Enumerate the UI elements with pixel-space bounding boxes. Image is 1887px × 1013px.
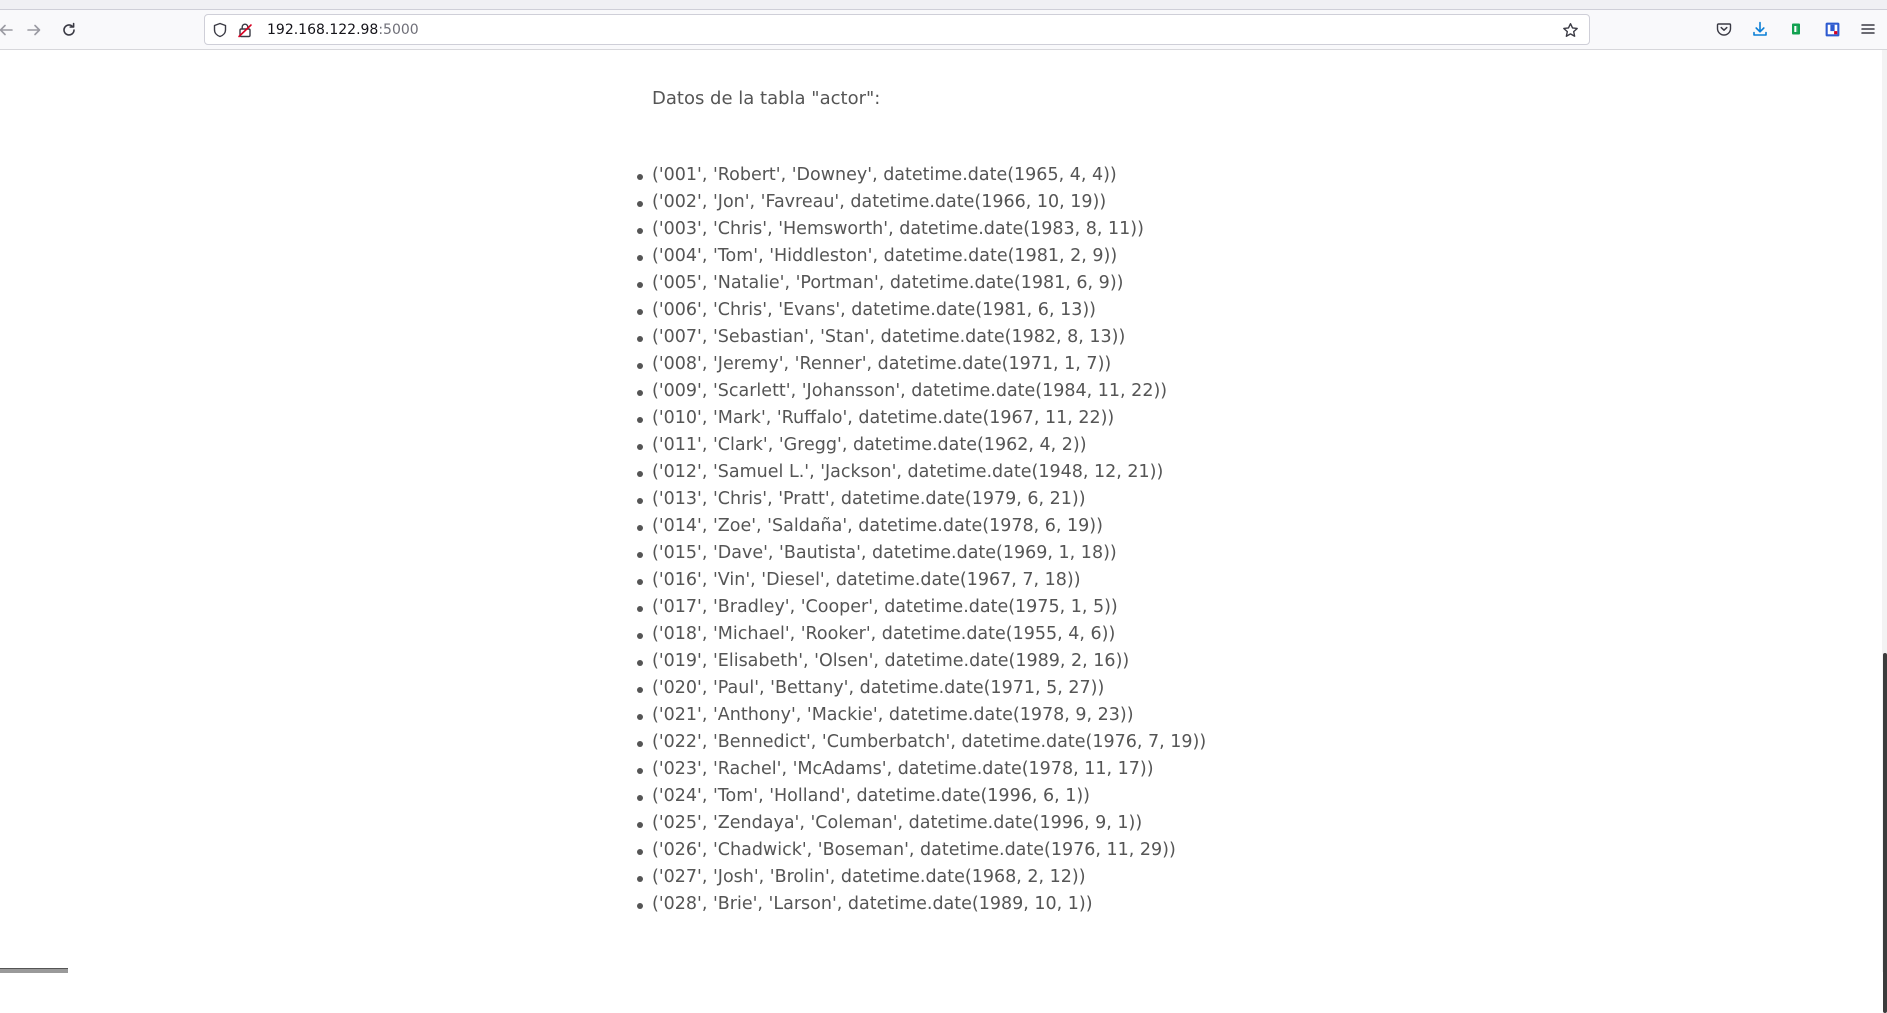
list-item: ('013', 'Chris', 'Pratt', datetime.date(…: [636, 486, 1206, 513]
list-item: ('026', 'Chadwick', 'Boseman', datetime.…: [636, 837, 1206, 864]
back-arrow-icon[interactable]: [0, 18, 18, 42]
url-host: 192.168.122.98: [267, 22, 379, 38]
browser-toolbar: 192.168.122.98:5000: [0, 0, 1887, 50]
list-item: ('012', 'Samuel L.', 'Jackson', datetime…: [636, 459, 1206, 486]
reload-icon[interactable]: [57, 18, 81, 42]
page-title: Datos de la tabla "actor":: [652, 88, 881, 109]
list-item: ('009', 'Scarlett', 'Johansson', datetim…: [636, 378, 1206, 405]
list-item: ('017', 'Bradley', 'Cooper', datetime.da…: [636, 594, 1206, 621]
extension-icon[interactable]: [1822, 19, 1842, 39]
list-item: ('011', 'Clark', 'Gregg', datetime.date(…: [636, 432, 1206, 459]
list-item: ('027', 'Josh', 'Brolin', datetime.date(…: [636, 864, 1206, 891]
list-item: ('018', 'Michael', 'Rooker', datetime.da…: [636, 621, 1206, 648]
list-item: ('004', 'Tom', 'Hiddleston', datetime.da…: [636, 243, 1206, 270]
address-bar[interactable]: 192.168.122.98:5000: [204, 14, 1590, 45]
list-item: ('024', 'Tom', 'Holland', datetime.date(…: [636, 783, 1206, 810]
page-content: Datos de la tabla "actor": ('001', 'Robe…: [0, 50, 1887, 972]
list-item: ('014', 'Zoe', 'Saldaña', datetime.date(…: [636, 513, 1206, 540]
list-item: ('003', 'Chris', 'Hemsworth', datetime.d…: [636, 216, 1206, 243]
tab-strip: [0, 0, 1887, 10]
hamburger-menu-icon[interactable]: [1858, 19, 1878, 39]
list-item: ('016', 'Vin', 'Diesel', datetime.date(1…: [636, 567, 1206, 594]
list-item: ('020', 'Paul', 'Bettany', datetime.date…: [636, 675, 1206, 702]
actor-record-list: ('001', 'Robert', 'Downey', datetime.dat…: [636, 162, 1206, 918]
list-item: ('010', 'Mark', 'Ruffalo', datetime.date…: [636, 405, 1206, 432]
list-item: ('019', 'Elisabeth', 'Olsen', datetime.d…: [636, 648, 1206, 675]
list-item: ('007', 'Sebastian', 'Stan', datetime.da…: [636, 324, 1206, 351]
shield-icon[interactable]: [211, 21, 229, 39]
status-panel: [0, 968, 68, 973]
list-item: ('002', 'Jon', 'Favreau', datetime.date(…: [636, 189, 1206, 216]
list-item: ('008', 'Jeremy', 'Renner', datetime.dat…: [636, 351, 1206, 378]
pocket-icon[interactable]: [1714, 19, 1734, 39]
list-item: ('001', 'Robert', 'Downey', datetime.dat…: [636, 162, 1206, 189]
list-item: ('005', 'Natalie', 'Portman', datetime.d…: [636, 270, 1206, 297]
url-port: :5000: [378, 22, 419, 38]
insecure-lock-icon[interactable]: [236, 21, 254, 39]
list-item: ('006', 'Chris', 'Evans', datetime.date(…: [636, 297, 1206, 324]
list-item: ('023', 'Rachel', 'McAdams', datetime.da…: [636, 756, 1206, 783]
scrollbar-thumb[interactable]: [1883, 653, 1887, 1013]
star-icon[interactable]: [1561, 21, 1579, 39]
list-item: ('021', 'Anthony', 'Mackie', datetime.da…: [636, 702, 1206, 729]
download-icon[interactable]: [1750, 19, 1770, 39]
scrollbar[interactable]: [1882, 50, 1887, 1013]
extension-icon[interactable]: [1786, 19, 1806, 39]
forward-arrow-icon[interactable]: [22, 18, 46, 42]
list-item: ('025', 'Zendaya', 'Coleman', datetime.d…: [636, 810, 1206, 837]
list-item: ('022', 'Bennedict', 'Cumberbatch', date…: [636, 729, 1206, 756]
list-item: ('015', 'Dave', 'Bautista', datetime.dat…: [636, 540, 1206, 567]
list-item: ('028', 'Brie', 'Larson', datetime.date(…: [636, 891, 1206, 918]
url-text[interactable]: 192.168.122.98:5000: [267, 21, 419, 39]
